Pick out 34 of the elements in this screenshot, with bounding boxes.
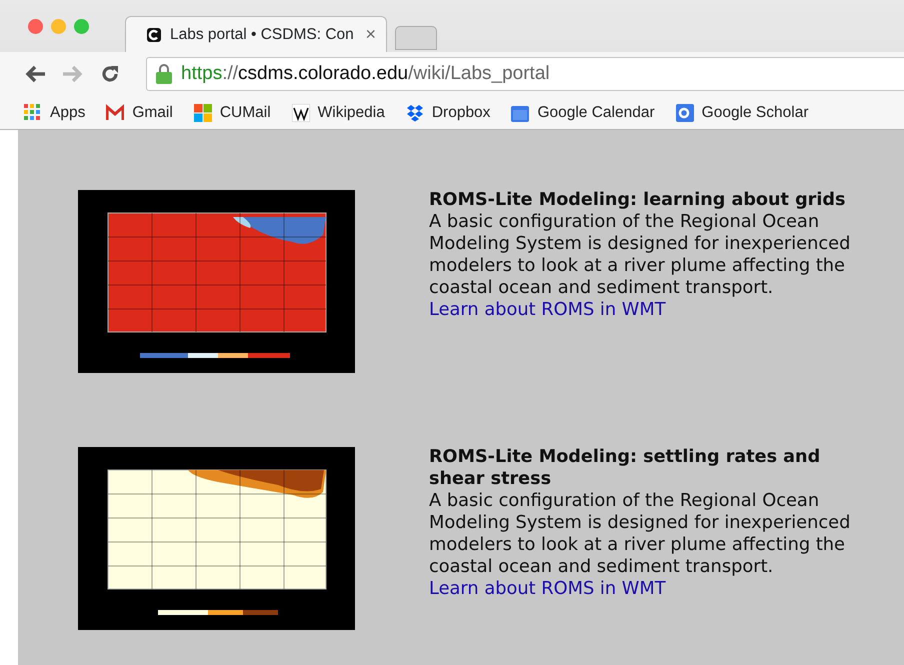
- calendar-icon: [511, 104, 530, 122]
- lab-description: A basic configuration of the Regional Ocean Modeling System is designed for inexperienced modelers to look at a river plume affecting the coastal ocean and sediment transport. Learn about ROMS in WMT: [429, 490, 852, 600]
- bookmark[interactable]: Google Calendar: [511, 100, 655, 124]
- bookmark[interactable]: Gmail: [106, 100, 173, 124]
- apps-icon: [24, 104, 42, 122]
- tab-title: Labs portal • CSDMS: Con: [170, 24, 355, 45]
- bookmark[interactable]: CUMail: [194, 100, 271, 124]
- g-logo-icon: [676, 104, 694, 122]
- close-window-button[interactable]: [28, 19, 43, 34]
- site-icon: [146, 26, 162, 42]
- address-bar[interactable]: https://csdms.colorado.edu/wiki/Labs_portal: [146, 57, 904, 91]
- minimize-window-button[interactable]: [51, 19, 66, 34]
- browser-tab[interactable]: Labs portal • CSDMS: Con ×: [125, 16, 387, 52]
- learn-more-link[interactable]: Learn about ROMS in WMT: [429, 299, 666, 320]
- mail-icon: [106, 104, 124, 122]
- bookmark[interactable]: Wikipedia: [292, 100, 385, 124]
- lab-title: ROMS-Lite Modeling: learning about grids: [429, 189, 846, 211]
- forward-icon[interactable]: [62, 64, 84, 84]
- learn-more-link[interactable]: Learn about ROMS in WMT: [429, 578, 666, 599]
- back-icon[interactable]: [24, 64, 46, 84]
- bookmark[interactable]: Google Scholar: [676, 100, 808, 124]
- box-icon: [406, 104, 424, 122]
- lock-icon: [155, 63, 173, 85]
- lab-description: A basic configuration of the Regional Ocean Modeling System is designed for inexperienced modelers to look at a river plume affecting the coastal ocean and sediment transport. Learn about ROMS in WMT: [429, 211, 852, 321]
- lab-title: ROMS-Lite Modeling: settling rates and shear stress: [429, 446, 822, 490]
- w-logo-icon: [292, 104, 310, 122]
- reload-icon[interactable]: [100, 64, 120, 84]
- url-text: https://csdms.colorado.edu/wiki/Labs_portal: [181, 62, 550, 86]
- bookmark[interactable]: Apps: [24, 100, 86, 124]
- maximize-window-button[interactable]: [74, 19, 89, 34]
- windows-tiles-icon: [194, 104, 212, 122]
- bookmark[interactable]: Dropbox: [406, 100, 490, 124]
- new-tab-button[interactable]: [395, 26, 437, 50]
- close-tab-button[interactable]: ×: [365, 21, 376, 48]
